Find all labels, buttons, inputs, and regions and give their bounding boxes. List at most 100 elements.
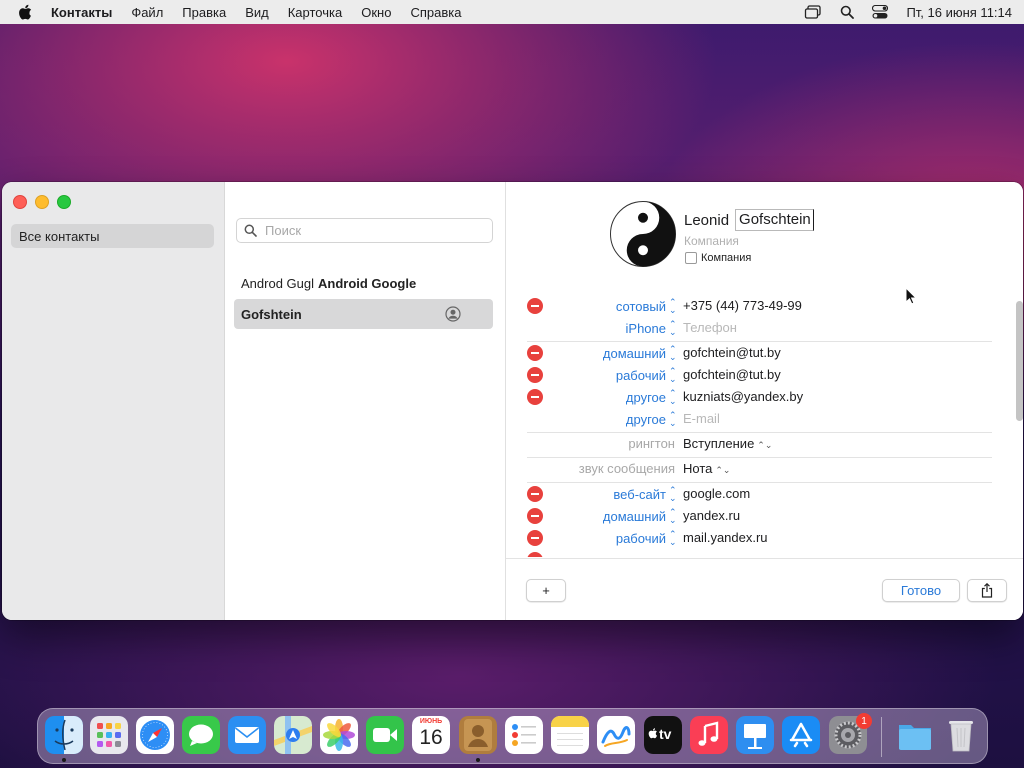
zoom-window-button[interactable]	[57, 195, 71, 209]
menu-view[interactable]: Вид	[245, 5, 269, 20]
contact-row-gofshtein[interactable]: Gofshtein	[234, 299, 493, 329]
minimize-window-button[interactable]	[35, 195, 49, 209]
safari-icon[interactable]	[136, 716, 174, 754]
field-row-iphone: iPhone ⌃ ⌄ Телефон	[506, 317, 1006, 339]
field-value[interactable]: +375 (44) 773-49-99	[683, 298, 802, 313]
contact-list-pane: Androd Gugl Android Google Gofshtein	[225, 182, 506, 620]
menu-file[interactable]: Файл	[131, 5, 163, 20]
scrollbar-thumb[interactable]	[1016, 301, 1023, 421]
field-value[interactable]: google.com	[683, 486, 750, 501]
calendar-icon[interactable]: ИЮНЬ 16	[412, 716, 450, 754]
close-window-button[interactable]	[13, 195, 27, 209]
last-name-field[interactable]: Gofschtein	[735, 209, 814, 231]
delete-field-button[interactable]	[527, 345, 543, 361]
apple-tv-icon[interactable]: tv	[644, 716, 682, 754]
photos-icon[interactable]	[320, 716, 358, 754]
app-store-icon[interactable]	[782, 716, 820, 754]
facetime-icon[interactable]	[366, 716, 404, 754]
messages-icon[interactable]	[182, 716, 220, 754]
mouse-cursor-icon	[905, 286, 918, 305]
mail-icon[interactable]	[228, 716, 266, 754]
field-value[interactable]: gofchtein@tut.by	[683, 345, 781, 360]
menu-card[interactable]: Карточка	[288, 5, 342, 20]
calendar-month-label: ИЮНЬ	[419, 718, 443, 725]
field-label-popup[interactable]: домашний ⌃ ⌄	[603, 345, 677, 362]
music-icon[interactable]	[690, 716, 728, 754]
contact-detail-pane: Leonid Gofschtein Компания Компания сото…	[506, 182, 1023, 620]
delete-field-button[interactable]	[527, 389, 543, 405]
notes-icon[interactable]	[551, 716, 589, 754]
field-label-popup[interactable]: другое ⌃ ⌄	[626, 389, 677, 406]
delete-field-button[interactable]	[527, 486, 543, 502]
trash-icon[interactable]	[942, 716, 980, 754]
checkbox-box[interactable]	[685, 252, 697, 264]
contact-name-fields: Leonid Gofschtein	[684, 209, 814, 231]
control-center-icon[interactable]	[872, 5, 889, 19]
delete-field-button[interactable]	[527, 530, 543, 546]
field-label-popup[interactable]: сотовый ⌃ ⌄	[616, 298, 677, 315]
sidebar-item-all-contacts[interactable]: Все контакты	[11, 224, 214, 248]
field-value-placeholder[interactable]: E-mail	[683, 411, 720, 426]
dock-separator	[881, 717, 882, 757]
contacts-app-icon[interactable]	[459, 716, 497, 754]
contact-first-name: Androd Gugl	[241, 275, 314, 291]
downloads-folder-icon[interactable]	[896, 716, 934, 754]
company-checkbox[interactable]: Компания	[685, 252, 751, 264]
freeform-icon[interactable]	[597, 716, 635, 754]
contact-avatar[interactable]	[610, 201, 676, 267]
launchpad-icon[interactable]	[90, 716, 128, 754]
field-row-email-other: другое ⌃ ⌄ kuzniats@yandex.by	[506, 386, 1006, 408]
field-value[interactable]: mail.yandex.ru	[683, 530, 768, 545]
menu-clock[interactable]: Пт, 16 июня 11:14	[906, 5, 1012, 20]
done-button[interactable]: Готово	[882, 579, 960, 602]
field-value[interactable]: kuzniats@yandex.by	[683, 389, 803, 404]
apple-menu-icon[interactable]	[18, 4, 34, 20]
search-input[interactable]	[263, 222, 477, 239]
contact-row-android-google[interactable]: Androd Gugl Android Google	[234, 268, 493, 298]
field-row-cut-off	[506, 549, 1006, 557]
field-row-ringtone: рингтон Вступление ⌃⌄	[506, 433, 1006, 455]
company-field[interactable]: Компания	[684, 234, 739, 248]
delete-field-button[interactable]	[527, 552, 543, 557]
menu-help[interactable]: Справка	[410, 5, 461, 20]
menu-app-name[interactable]: Контакты	[51, 5, 112, 20]
field-label-popup[interactable]: веб-сайт ⌃ ⌄	[613, 486, 676, 503]
field-row-url-website: веб-сайт ⌃ ⌄ google.com	[506, 483, 1006, 505]
share-button[interactable]	[967, 579, 1007, 602]
search-icon	[244, 224, 257, 237]
field-value[interactable]: yandex.ru	[683, 508, 740, 523]
menu-edit[interactable]: Правка	[182, 5, 226, 20]
delete-field-button[interactable]	[527, 367, 543, 383]
field-label: звук сообщения	[578, 461, 675, 476]
field-value[interactable]: gofchtein@tut.by	[683, 367, 781, 382]
delete-field-button[interactable]	[527, 298, 543, 314]
message-sound-popup[interactable]: Нота ⌃⌄	[683, 461, 730, 476]
tv-label: tv	[659, 726, 672, 742]
field-label-popup[interactable]: домашний ⌃ ⌄	[603, 508, 677, 525]
field-label-popup[interactable]: iPhone ⌃ ⌄	[626, 320, 677, 337]
search-field[interactable]	[236, 218, 493, 243]
reminders-icon[interactable]	[505, 716, 543, 754]
screen-mirroring-icon[interactable]	[804, 5, 822, 19]
ringtone-popup[interactable]: Вступление ⌃⌄	[683, 436, 772, 451]
first-name-field[interactable]: Leonid	[684, 212, 729, 229]
menu-window[interactable]: Окно	[361, 5, 391, 20]
notification-badge: 1	[856, 713, 872, 729]
spotlight-search-icon[interactable]	[840, 5, 855, 19]
finder-icon[interactable]	[45, 716, 83, 754]
maps-icon[interactable]	[274, 716, 312, 754]
field-label-popup[interactable]: другое ⌃ ⌄	[626, 411, 677, 428]
field-label-popup[interactable]: рабочий ⌃ ⌄	[616, 367, 677, 384]
company-checkbox-label: Компания	[701, 252, 752, 264]
share-icon	[981, 583, 993, 598]
delete-field-button[interactable]	[527, 508, 543, 524]
menu-bar: Контакты Файл Правка Вид Карточка Окно С…	[0, 0, 1024, 24]
field-label-popup[interactable]: рабочий ⌃ ⌄	[616, 530, 677, 547]
vertical-scrollbar[interactable]	[1016, 297, 1023, 557]
keynote-icon[interactable]	[736, 716, 774, 754]
field-row-message-sound: звук сообщения Нота ⌃⌄	[506, 458, 1006, 480]
field-value-placeholder[interactable]: Телефон	[683, 320, 737, 335]
my-card-person-icon	[445, 306, 461, 325]
contact-name: Gofshtein	[241, 306, 302, 322]
add-field-button[interactable]: +	[526, 579, 566, 602]
